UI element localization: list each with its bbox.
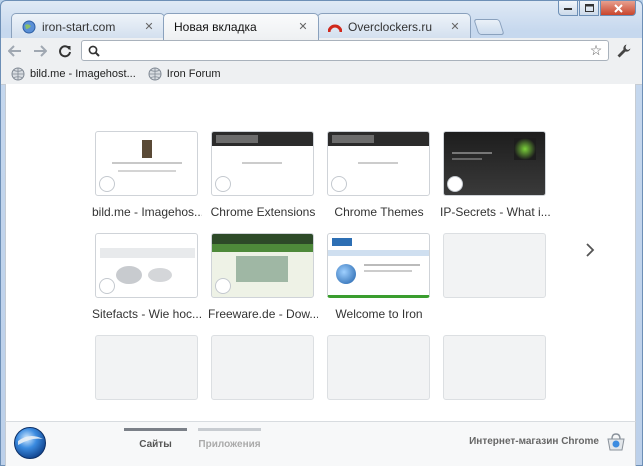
globe-icon [11, 67, 25, 80]
tile-label: IP-Secrets - What i... [440, 205, 550, 219]
web-store-icon[interactable] [605, 431, 627, 453]
tile-empty[interactable] [443, 335, 546, 400]
tile-thumbnail [95, 131, 198, 196]
search-icon [88, 45, 100, 57]
wrench-icon [617, 44, 631, 58]
tile-empty[interactable] [211, 335, 314, 400]
tile-thumbnail [443, 233, 546, 298]
tile-empty[interactable] [327, 335, 430, 400]
toolbar: ☆ [1, 38, 642, 63]
tab-strip: iron-start.com ✕ Новая вкладка ✕ Overclo… [1, 1, 642, 40]
tile-label: bild.me - Imagehos... [92, 205, 202, 219]
tile-label: Chrome Themes [334, 205, 424, 219]
tab-title: Новая вкладка [174, 20, 257, 34]
tile-bildme[interactable]: bild.me - Imagehos... [92, 131, 202, 219]
tile-chrome-themes[interactable]: Chrome Themes [327, 131, 430, 219]
globe-icon [215, 278, 231, 294]
tile-freeware[interactable]: Freeware.de - Dow... [208, 233, 318, 321]
tab-overclockers[interactable]: Overclockers.ru ✕ [317, 13, 471, 39]
bookmark-label: bild.me - Imagehost... [30, 67, 136, 80]
tile-label: Welcome to Iron [335, 307, 423, 321]
wrench-menu-button[interactable] [614, 41, 634, 61]
forward-arrow-icon [34, 44, 47, 57]
maximize-icon [584, 4, 594, 12]
globe-icon [148, 67, 162, 80]
tab-close-icon[interactable]: ✕ [448, 20, 462, 34]
tile-thumbnail [443, 335, 546, 400]
tile-welcome-to-iron[interactable]: Welcome to Iron [327, 233, 430, 321]
tile-empty[interactable] [443, 233, 546, 298]
tile-thumbnail [211, 335, 314, 400]
tile-chrome-extensions[interactable]: Chrome Extensions [211, 131, 315, 219]
window-controls [558, 1, 636, 16]
new-tab-page: bild.me - Imagehos... Chrome Extensions … [5, 84, 636, 421]
maximize-button[interactable] [579, 1, 599, 16]
minimize-button[interactable] [558, 1, 578, 16]
close-icon [613, 3, 623, 13]
tab-sites[interactable]: Сайты [124, 428, 187, 450]
globe-icon [215, 176, 231, 192]
tile-label: Chrome Extensions [210, 205, 316, 219]
globe-icon [447, 176, 463, 192]
tab-apps[interactable]: Приложения [198, 428, 261, 450]
tile-thumbnail [211, 233, 314, 298]
tile-thumbnail [327, 131, 430, 196]
overclockers-icon [328, 24, 342, 32]
new-tab-button[interactable] [473, 19, 505, 35]
iron-logo-icon [14, 427, 46, 459]
tile-thumbnail [95, 335, 198, 400]
tab-title: iron-start.com [42, 19, 116, 34]
reload-icon [59, 44, 71, 57]
bookmark-star-icon[interactable]: ☆ [587, 42, 605, 59]
bookmarks-bar: bild.me - Imagehost... Iron Forum [1, 63, 642, 85]
tile-label: Freeware.de - Dow... [208, 307, 318, 321]
back-arrow-icon [8, 44, 21, 57]
bookmark-bildme[interactable]: bild.me - Imagehost... [11, 67, 136, 81]
tab-new-tab[interactable]: Новая вкладка ✕ [163, 13, 319, 40]
tile-thumbnail [443, 131, 546, 196]
globe-icon [22, 20, 36, 33]
tile-empty[interactable] [95, 335, 198, 400]
tab-close-icon[interactable]: ✕ [296, 20, 310, 34]
omnibox-input[interactable] [106, 42, 587, 59]
bookmark-label: Iron Forum [166, 67, 221, 80]
globe-icon [331, 176, 347, 192]
tile-thumbnail [327, 335, 430, 400]
back-button[interactable] [4, 40, 26, 62]
tab-close-icon[interactable]: ✕ [142, 20, 156, 34]
tile-label: Sitefacts - Wie hoc... [92, 307, 202, 321]
tile-thumbnail [95, 233, 198, 298]
tile-thumbnail [211, 131, 314, 196]
tile-sitefacts[interactable]: Sitefacts - Wie hoc... [92, 233, 202, 321]
forward-button[interactable] [29, 40, 51, 62]
tile-thumbnail [327, 233, 430, 298]
tile-ip-secrets[interactable]: IP-Secrets - What i... [440, 131, 550, 219]
reload-button[interactable] [54, 40, 76, 62]
omnibox[interactable]: ☆ [81, 40, 609, 61]
next-page-chevron-icon[interactable] [585, 242, 595, 263]
close-window-button[interactable] [600, 1, 636, 16]
tab-iron-start[interactable]: iron-start.com ✕ [11, 13, 165, 39]
bookmark-iron-forum[interactable]: Iron Forum [148, 67, 221, 81]
minimize-icon [564, 7, 572, 10]
ntp-footer: Сайты Приложения Интернет-магазин Chrome [5, 421, 636, 466]
globe-icon [99, 278, 115, 294]
tab-title: Overclockers.ru [348, 19, 433, 34]
chrome-web-store-link[interactable]: Интернет-магазин Chrome [469, 436, 599, 447]
globe-icon [99, 176, 115, 192]
